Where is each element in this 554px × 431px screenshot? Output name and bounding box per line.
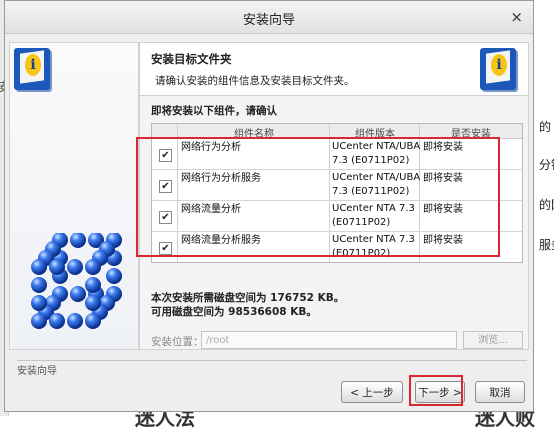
disk-space-info: 本次安装所需磁盘空间为 176752 KB。 可用磁盘空间为 98536608 … [151, 291, 344, 319]
footer-label: 安装向导 [17, 362, 61, 377]
sphere [67, 313, 83, 329]
highlight-box-next [409, 375, 463, 406]
sphere [85, 259, 101, 275]
highlight-box-components [136, 137, 500, 257]
info-book-icon: i [480, 48, 516, 90]
background-text: 分钟 [539, 158, 554, 172]
sphere [31, 259, 47, 275]
install-location-input[interactable]: /root [201, 331, 457, 349]
dialog-title: 安装向导 [242, 13, 295, 28]
step-subtitle: 请确认安装的组件信息及安装目标文件夹。 [155, 75, 355, 87]
wizard-header: 安装目标文件夹 请确认安装的组件信息及安装目标文件夹。 i [140, 43, 528, 96]
sphere [49, 259, 65, 275]
confirm-label: 即将安装以下组件，请确认 [151, 105, 277, 117]
sphere [31, 277, 47, 293]
sphere [85, 277, 101, 293]
sphere-cube-logo [31, 233, 122, 329]
sphere [31, 313, 47, 329]
install-location-label: 安装位置： [151, 336, 204, 348]
sphere [31, 295, 47, 311]
browse-button[interactable]: 浏览... [463, 331, 523, 349]
background-window-right: 的 分钟 的网 服务 [533, 0, 554, 416]
background-text: 的网 [539, 198, 554, 212]
sphere [70, 286, 86, 302]
background-text: 服务 [539, 238, 554, 252]
sphere [49, 313, 65, 329]
dialog-titlebar[interactable]: 安装向导 × [5, 1, 533, 34]
step-title: 安装目标文件夹 [151, 52, 232, 66]
sphere [70, 233, 86, 248]
info-book-icon: i [14, 48, 50, 90]
sphere [85, 295, 101, 311]
sphere [85, 313, 101, 329]
background-text: 的 [539, 120, 552, 134]
space-required-text: 本次安装所需磁盘空间为 176752 KB。 [151, 292, 345, 304]
cancel-button[interactable]: 取消 [475, 381, 525, 403]
footer-separator [17, 360, 527, 361]
close-icon[interactable]: × [510, 8, 523, 26]
sphere [67, 259, 83, 275]
space-available-text: 可用磁盘空间为 98536608 KB。 [151, 306, 317, 318]
previous-button[interactable]: < 上一步 [341, 381, 403, 403]
sphere [106, 268, 122, 284]
